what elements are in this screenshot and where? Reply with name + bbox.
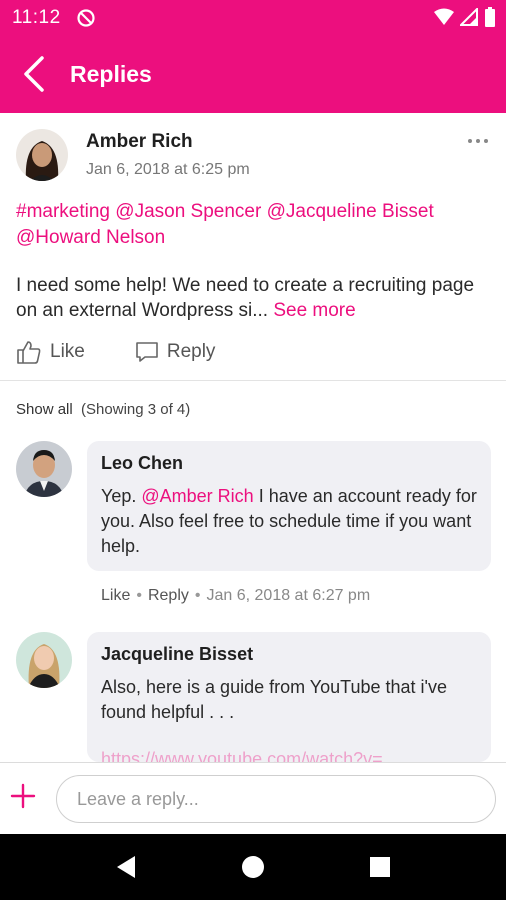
system-nav-bar bbox=[0, 834, 506, 900]
show-all-link[interactable]: Show all bbox=[16, 401, 73, 418]
jacqueline-bisset-avatar-image bbox=[16, 632, 72, 688]
reply-author[interactable]: Jacqueline Bisset bbox=[101, 644, 477, 665]
reply-text: Also, here is a guide from YouTube that … bbox=[101, 677, 447, 722]
post-actions: Like Reply bbox=[16, 337, 215, 367]
thumbs-up-icon bbox=[17, 341, 41, 364]
reply-meta: Like • Reply • Jan 6, 2018 at 6:27 pm bbox=[101, 587, 370, 605]
like-label: Like bbox=[50, 341, 85, 362]
back-triangle-icon[interactable] bbox=[113, 854, 139, 880]
reply-text-part: Yep. bbox=[101, 486, 142, 506]
reply-bubble: Jacqueline Bisset Also, here is a guide … bbox=[87, 632, 491, 769]
status-icons bbox=[434, 7, 496, 27]
post-timestamp: Jan 6, 2018 at 6:25 pm bbox=[86, 161, 250, 178]
post-body: I need some help! We need to create a re… bbox=[16, 273, 496, 323]
comment-icon bbox=[136, 342, 158, 362]
reply-composer bbox=[0, 762, 506, 834]
reply-like-link[interactable]: Like bbox=[101, 587, 130, 605]
status-time: 11:12 bbox=[12, 7, 61, 28]
amber-rich-avatar-image bbox=[16, 129, 68, 181]
showing-count: (Showing 3 of 4) bbox=[81, 401, 191, 418]
status-bar: 11:12 bbox=[0, 0, 506, 36]
mention-jason-spencer[interactable]: @Jason Spencer bbox=[115, 201, 261, 222]
back-arrow-icon[interactable] bbox=[18, 54, 54, 94]
app-bar: Replies bbox=[0, 36, 506, 113]
leo-chen-avatar-image bbox=[16, 441, 72, 497]
home-circle-icon[interactable] bbox=[240, 854, 266, 880]
reply-input[interactable] bbox=[56, 775, 496, 823]
replies-count: Show all (Showing 3 of 4) bbox=[16, 401, 190, 418]
page-title: Replies bbox=[70, 61, 152, 87]
post-author[interactable]: Amber Rich bbox=[86, 131, 193, 153]
reply-label: Reply bbox=[166, 341, 216, 362]
reply-bubble: Leo Chen Yep. @Amber Rich I have an acco… bbox=[87, 441, 491, 571]
reply-timestamp: Jan 6, 2018 at 6:27 pm bbox=[206, 587, 371, 604]
sync-off-icon bbox=[77, 9, 95, 27]
avatar[interactable] bbox=[16, 129, 68, 181]
post-tags: #marketing @Jason Spencer @Jacqueline Bi… bbox=[16, 199, 496, 251]
reply-button[interactable]: Reply bbox=[135, 340, 216, 364]
more-options-icon[interactable] bbox=[466, 131, 490, 151]
mention-howard-nelson[interactable]: @Howard Nelson bbox=[16, 227, 165, 248]
hashtag-marketing[interactable]: #marketing bbox=[16, 201, 110, 222]
reply-text: Yep. @Amber Rich I have an account ready… bbox=[101, 484, 477, 559]
add-attachment-icon[interactable] bbox=[10, 783, 36, 809]
separator-dot: • bbox=[136, 587, 142, 604]
like-button[interactable]: Like bbox=[16, 339, 85, 365]
see-more-link[interactable]: See more bbox=[273, 300, 355, 321]
separator-dot: • bbox=[194, 587, 201, 604]
reply-author[interactable]: Leo Chen bbox=[101, 453, 477, 474]
avatar[interactable] bbox=[16, 441, 72, 497]
original-post: Amber Rich Jan 6, 2018 at 6:25 pm #marke… bbox=[0, 113, 506, 381]
avatar[interactable] bbox=[16, 632, 72, 688]
post-body-text: I need some help! We need to create a re… bbox=[16, 275, 475, 321]
reply-reply-link[interactable]: Reply bbox=[148, 587, 189, 605]
battery-icon bbox=[485, 7, 495, 27]
cellular-signal-icon bbox=[460, 8, 478, 26]
mention-amber-rich[interactable]: @Amber Rich bbox=[141, 486, 253, 506]
recents-square-icon[interactable] bbox=[367, 854, 393, 880]
mention-jacqueline-bisset[interactable]: @Jacqueline Bisset bbox=[267, 201, 434, 222]
wifi-icon bbox=[434, 8, 454, 25]
